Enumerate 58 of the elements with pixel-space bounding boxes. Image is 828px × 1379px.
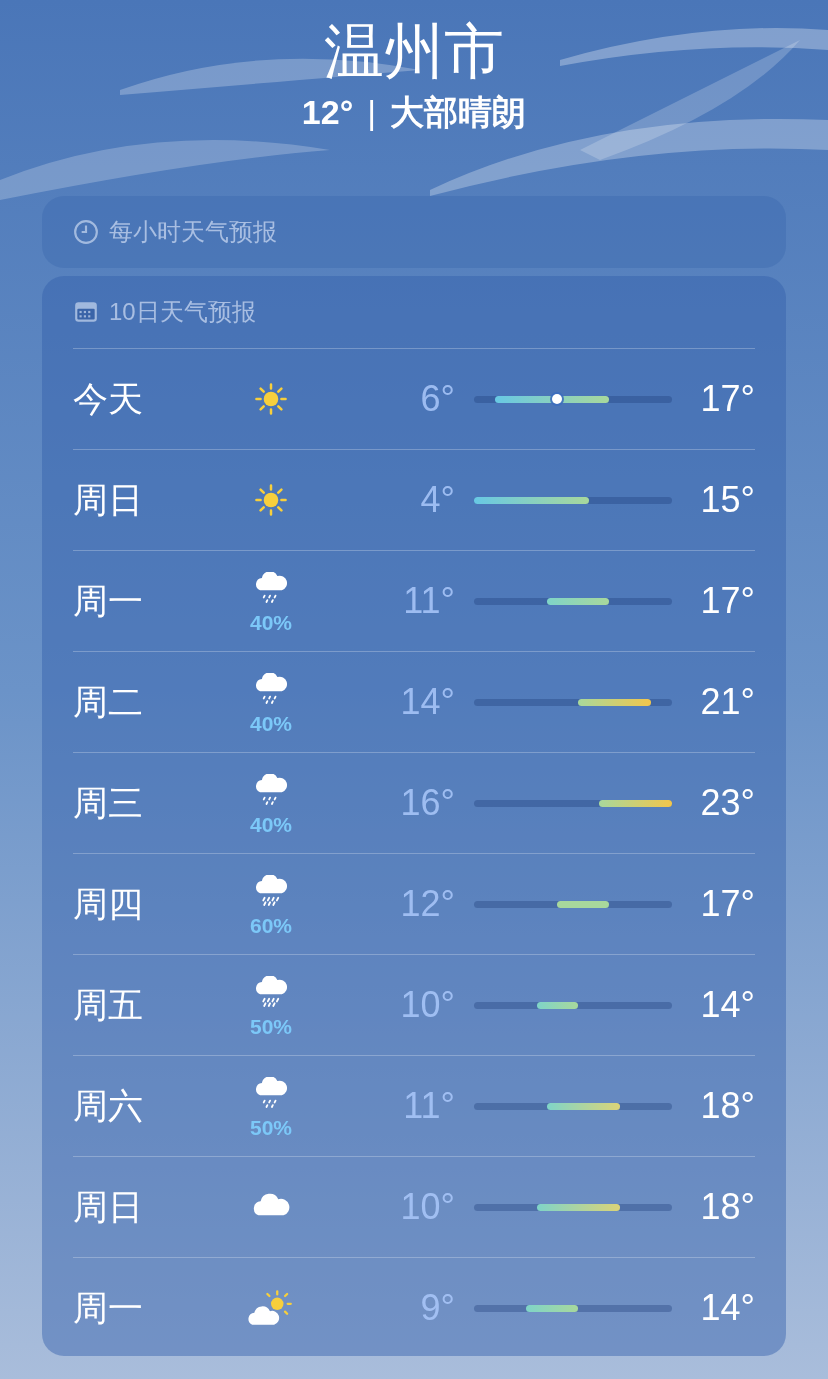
precipitation-chance: 50%: [250, 1117, 292, 1139]
temperature-range-bar: [526, 1304, 579, 1312]
day-name: 周一: [73, 579, 144, 622]
high-temperature: 18°: [699, 1085, 755, 1127]
high-temperature: 23°: [699, 782, 755, 824]
clock-icon: [73, 219, 99, 245]
precipitation-chance: 40%: [250, 814, 292, 836]
rain-cloud-icon: [256, 1077, 288, 1108]
temperature-range-bar: [536, 1001, 579, 1009]
precipitation-chance: 40%: [250, 713, 292, 735]
current-temperature-dot: [552, 393, 563, 404]
rain-cloud-icon: [256, 774, 288, 805]
rain-cloud-icon: [256, 875, 288, 906]
day-name: 周一: [73, 1286, 144, 1329]
temperature-range-bar: [546, 597, 610, 605]
current-temperature: 12°: [301, 92, 354, 133]
sun-icon: [255, 484, 287, 516]
rain-cloud-icon: [256, 976, 288, 1007]
hourly-forecast-card[interactable]: 每小时天气预报: [42, 196, 786, 268]
precipitation-chance: 50%: [250, 1016, 292, 1038]
separator: |: [367, 92, 377, 133]
cloud-icon: [253, 1193, 290, 1216]
low-temperature: 11°: [402, 1085, 456, 1127]
low-temperature: 16°: [399, 782, 456, 824]
temperature-range-bar: [557, 900, 610, 908]
high-temperature: 21°: [699, 681, 755, 723]
low-temperature: 11°: [402, 580, 456, 622]
high-temperature: 17°: [699, 883, 755, 925]
low-temperature: 12°: [399, 883, 456, 925]
low-temperature: 6°: [419, 378, 456, 420]
day-name: 周四: [73, 882, 144, 925]
day-name: 今天: [73, 377, 144, 420]
precipitation-chance: 40%: [250, 612, 292, 634]
low-temperature: 14°: [399, 681, 456, 723]
partly-cloudy-icon: [248, 1290, 292, 1325]
high-temperature: 17°: [699, 378, 755, 420]
high-temperature: 17°: [699, 580, 755, 622]
day-name: 周六: [73, 1084, 144, 1127]
day-name: 周三: [73, 781, 144, 824]
card-title: 每小时天气预报: [109, 217, 277, 247]
calendar-icon: [73, 299, 99, 325]
sun-icon: [255, 383, 287, 415]
day-name: 周日: [73, 1185, 144, 1228]
weather-condition: 大部晴朗: [390, 92, 527, 133]
city-name: 温州市: [324, 17, 504, 87]
day-name: 周日: [73, 478, 144, 521]
high-temperature: 18°: [699, 1186, 755, 1228]
rain-cloud-icon: [256, 572, 288, 603]
low-temperature: 4°: [419, 479, 456, 521]
high-temperature: 15°: [699, 479, 755, 521]
low-temperature: 10°: [399, 984, 456, 1026]
card-title: 10日天气预报: [109, 297, 256, 327]
high-temperature: 14°: [699, 1287, 755, 1329]
day-name: 周二: [73, 680, 144, 723]
high-temperature: 14°: [699, 984, 755, 1026]
precipitation-chance: 60%: [250, 915, 292, 937]
day-name: 周五: [73, 983, 144, 1026]
rain-cloud-icon: [256, 673, 288, 704]
